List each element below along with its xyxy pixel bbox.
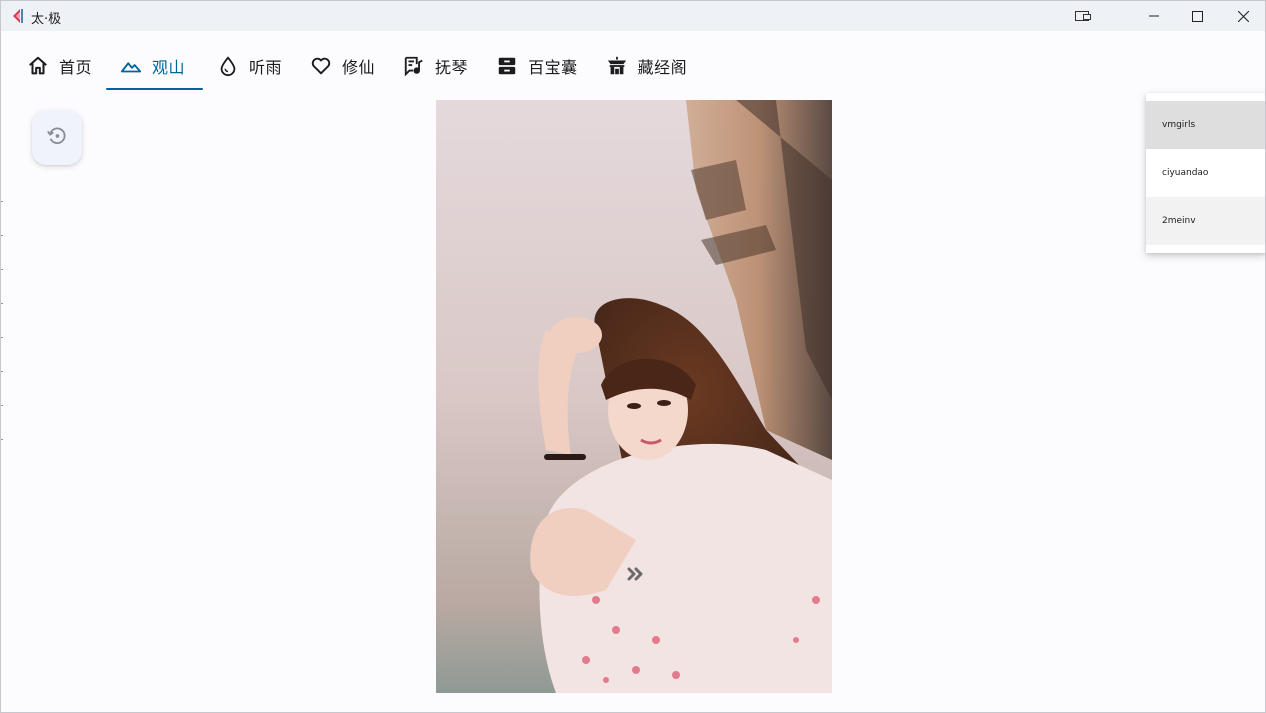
portrait-photo[interactable] bbox=[436, 100, 832, 693]
main-tab-bar: 首页 观山 听雨 修仙 抚琴 百宝囊 藏经阁 bbox=[13, 41, 701, 90]
water-drop-icon bbox=[217, 55, 239, 77]
close-icon bbox=[1237, 10, 1249, 22]
double-chevron-right-icon bbox=[626, 566, 644, 585]
tab-music[interactable]: 抚琴 bbox=[389, 41, 482, 90]
taiji-logo-icon bbox=[11, 8, 25, 24]
tab-rain[interactable]: 听雨 bbox=[203, 41, 296, 90]
maximize-button[interactable] bbox=[1174, 1, 1220, 31]
title-bar[interactable]: 太·极 bbox=[1, 1, 1265, 31]
tab-home-label: 首页 bbox=[59, 57, 93, 77]
tab-treasure-label: 百宝囊 bbox=[528, 57, 578, 77]
home-icon bbox=[27, 55, 49, 77]
minimize-icon bbox=[1149, 11, 1159, 21]
history-button[interactable] bbox=[32, 110, 82, 165]
tab-mountain-label: 观山 bbox=[152, 57, 186, 77]
source-menu-item-vmgirls[interactable]: vmgirls bbox=[1146, 101, 1265, 149]
minimize-button[interactable] bbox=[1131, 1, 1177, 31]
close-button[interactable] bbox=[1220, 1, 1265, 31]
tab-cultivate[interactable]: 修仙 bbox=[296, 41, 389, 90]
tab-cultivate-label: 修仙 bbox=[342, 57, 376, 77]
tab-home[interactable]: 首页 bbox=[13, 41, 106, 90]
window-edge bbox=[1, 201, 3, 461]
tab-music-label: 抚琴 bbox=[435, 57, 469, 77]
source-menu-item-2meinv[interactable]: 2meinv bbox=[1146, 197, 1265, 245]
tab-rain-label: 听雨 bbox=[249, 57, 283, 77]
mountain-icon bbox=[120, 55, 142, 77]
tab-library-label: 藏经阁 bbox=[637, 57, 688, 77]
history-icon bbox=[46, 125, 68, 151]
tab-treasure[interactable]: 百宝囊 bbox=[482, 41, 592, 90]
cast-button[interactable] bbox=[1060, 1, 1106, 31]
window-title: 太·极 bbox=[31, 12, 62, 27]
source-menu: vmgirls ciyuandao 2meinv bbox=[1146, 93, 1265, 253]
music-lyrics-icon bbox=[403, 55, 425, 77]
next-image-button[interactable] bbox=[621, 563, 649, 587]
tab-library[interactable]: 藏经阁 bbox=[592, 41, 702, 90]
temple-icon bbox=[606, 55, 628, 77]
source-menu-item-ciyuandao[interactable]: ciyuandao bbox=[1146, 149, 1265, 197]
heart-icon bbox=[310, 55, 332, 77]
tab-mountain[interactable]: 观山 bbox=[106, 41, 204, 90]
maximize-icon bbox=[1191, 10, 1203, 22]
cast-icon bbox=[1075, 10, 1091, 22]
app-window: 太·极 首页 观山 听雨 修仙 抚琴 百宝囊 藏经阁 vmgirls ciyua… bbox=[0, 0, 1266, 713]
inbox-icon bbox=[496, 55, 518, 77]
